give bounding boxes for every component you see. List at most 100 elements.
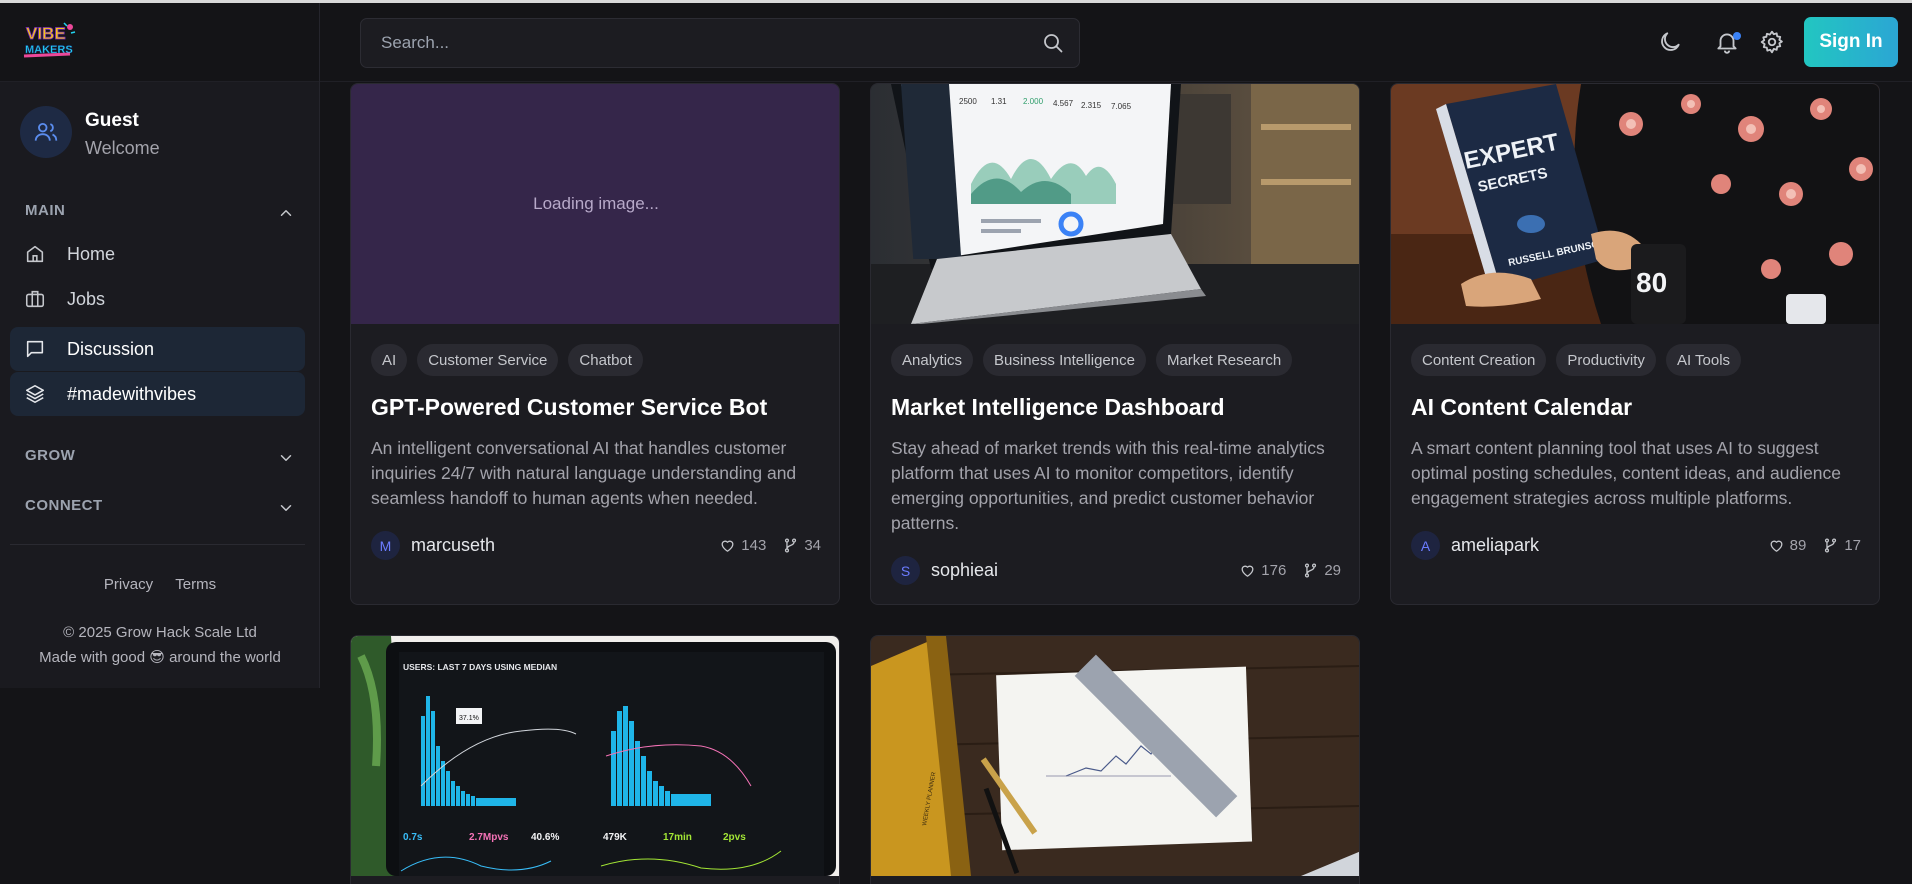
section-grow-toggle[interactable]: GROW xyxy=(25,447,295,471)
analytics-heading: USERS: LAST 7 DAYS USING MEDIAN xyxy=(403,662,557,672)
card-description: A smart content planning tool that uses … xyxy=(1411,438,1842,508)
top-header: VIBE MAKERS Sign In xyxy=(0,3,1912,82)
like-button[interactable]: 176 xyxy=(1239,562,1286,579)
fork-count: 29 xyxy=(1324,562,1341,579)
sidebar-item-discussion[interactable]: Discussion xyxy=(10,327,305,371)
sidebar-item-home[interactable]: Home xyxy=(10,232,305,276)
card-stats: 143 34 xyxy=(719,537,821,554)
analytics-screen-photo: USERS: LAST 7 DAYS USING MEDIAN 37.1% 0.… xyxy=(351,636,839,876)
dashboard-number: 1.31 xyxy=(991,97,1007,106)
tag[interactable]: Content Creation xyxy=(1411,344,1547,376)
mug-text: 80 xyxy=(1636,267,1667,298)
metric-value: 17min xyxy=(663,832,692,843)
section-main-label: MAIN xyxy=(25,202,66,219)
sidebar-item-label: Jobs xyxy=(67,288,106,309)
card-tags: Content Creation Productivity AI Tools xyxy=(1411,344,1742,376)
layers-icon xyxy=(25,384,45,404)
chevron-down-icon xyxy=(280,455,292,461)
fork-button[interactable]: 34 xyxy=(782,537,821,554)
card-description: An intelligent conversational AI that ha… xyxy=(371,438,797,508)
like-count: 176 xyxy=(1261,562,1287,579)
card-image: WEEKLY PLANNER xyxy=(871,636,1359,876)
card-title[interactable]: AI Content Calendar xyxy=(1411,394,1632,421)
card-stats: 176 29 xyxy=(1239,562,1341,579)
fork-count: 34 xyxy=(804,537,821,554)
card-image: EXPERT SECRETS RUSSELL BRUNSON 80 xyxy=(1391,84,1879,324)
like-button[interactable]: 143 xyxy=(719,537,766,554)
metric-value: 479K xyxy=(603,832,628,843)
card-title[interactable]: Market Intelligence Dashboard xyxy=(891,394,1225,421)
dashboard-number: 2.315 xyxy=(1081,101,1102,110)
made-prefix: Made with good xyxy=(39,649,146,666)
section-main-toggle[interactable]: MAIN xyxy=(25,202,295,226)
project-card[interactable]: WEEKLY PLANNER xyxy=(870,635,1360,884)
tag[interactable]: AI Tools xyxy=(1665,344,1742,376)
card-footer: M marcuseth 143 34 xyxy=(371,531,821,561)
fork-count: 17 xyxy=(1844,537,1861,554)
tag[interactable]: Market Research xyxy=(1155,344,1293,376)
metric-value: 2pvs xyxy=(723,832,746,843)
like-count: 89 xyxy=(1789,537,1807,554)
dashboard-number: 7.065 xyxy=(1111,102,1132,111)
author-avatar[interactable]: A xyxy=(1411,531,1440,560)
laptop-dashboard-photo: 2500 1.31 2.000 4.567 2.315 7.065 xyxy=(871,84,1359,324)
briefcase-icon xyxy=(25,290,45,308)
card-image: 2500 1.31 2.000 4.567 2.315 7.065 xyxy=(871,84,1359,324)
author-avatar[interactable]: S xyxy=(891,556,920,585)
tag[interactable]: Business Intelligence xyxy=(983,344,1146,376)
author-name[interactable]: sophieai xyxy=(931,560,998,581)
fork-button[interactable]: 29 xyxy=(1302,562,1341,579)
card-tags: AI Customer Service Chatbot xyxy=(371,344,643,376)
chevron-down-icon xyxy=(280,505,292,511)
terms-link[interactable]: Terms xyxy=(175,576,216,593)
tag[interactable]: Analytics xyxy=(891,344,974,376)
tooltip-value: 37.1% xyxy=(459,715,479,722)
project-card[interactable]: EXPERT SECRETS RUSSELL BRUNSON 80 Conten… xyxy=(1390,83,1880,605)
search-icon[interactable] xyxy=(1041,31,1065,55)
metric-value: 2.7Mpvs xyxy=(469,832,509,843)
heart-icon xyxy=(1770,540,1783,552)
project-card[interactable]: USERS: LAST 7 DAYS USING MEDIAN 37.1% 0.… xyxy=(350,635,840,884)
vibe-makers-logo[interactable]: VIBE MAKERS xyxy=(22,21,76,61)
privacy-link[interactable]: Privacy xyxy=(104,576,153,593)
card-image: USERS: LAST 7 DAYS USING MEDIAN 37.1% 0.… xyxy=(351,636,839,876)
sign-in-button[interactable]: Sign In xyxy=(1804,17,1898,67)
tag[interactable]: Chatbot xyxy=(568,344,643,376)
card-image: Loading image... xyxy=(351,84,839,324)
search-input[interactable] xyxy=(361,19,1021,67)
tag[interactable]: Productivity xyxy=(1556,344,1656,376)
avatar xyxy=(20,106,72,158)
footer-links: Privacy Terms xyxy=(0,576,320,593)
sunglasses-emoji-icon: 😎 xyxy=(149,649,165,666)
gear-icon[interactable] xyxy=(1759,29,1785,55)
user-subtitle: Welcome xyxy=(85,138,160,158)
sidebar-item-jobs[interactable]: Jobs xyxy=(10,277,305,321)
author-avatar[interactable]: M xyxy=(371,531,400,560)
section-connect-label: CONNECT xyxy=(25,497,103,514)
sidebar-item-madewithvibes[interactable]: #madewithvibes xyxy=(10,372,305,416)
project-card[interactable]: 2500 1.31 2.000 4.567 2.315 7.065 Analyt… xyxy=(870,83,1360,605)
footer-copyright: © 2025 Grow Hack Scale Ltd Made with goo… xyxy=(0,620,320,670)
heart-icon xyxy=(1241,565,1254,577)
message-icon xyxy=(26,340,44,358)
author-name[interactable]: ameliapark xyxy=(1451,535,1539,556)
moon-icon[interactable] xyxy=(1657,29,1683,55)
fork-icon xyxy=(785,538,797,553)
tag[interactable]: AI xyxy=(371,344,408,376)
made-with-text: Made with good 😎 around the world xyxy=(0,645,320,670)
logo-area: VIBE MAKERS xyxy=(0,3,320,82)
fork-button[interactable]: 17 xyxy=(1822,537,1861,554)
section-connect-toggle[interactable]: CONNECT xyxy=(25,497,295,521)
like-button[interactable]: 89 xyxy=(1768,537,1807,554)
metric-value: 0.7s xyxy=(403,832,423,843)
card-footer: A ameliapark 89 17 xyxy=(1411,531,1861,561)
card-description: Stay ahead of market trends with this re… xyxy=(891,438,1325,533)
section-grow-label: GROW xyxy=(25,447,76,464)
made-suffix: around the world xyxy=(169,649,281,666)
card-title[interactable]: GPT-Powered Customer Service Bot xyxy=(371,394,767,421)
tag[interactable]: Customer Service xyxy=(417,344,559,376)
fork-icon xyxy=(1305,563,1317,578)
card-stats: 89 17 xyxy=(1768,537,1861,554)
author-name[interactable]: marcuseth xyxy=(411,535,495,556)
project-card[interactable]: Loading image... AI Customer Service Cha… xyxy=(350,83,840,605)
